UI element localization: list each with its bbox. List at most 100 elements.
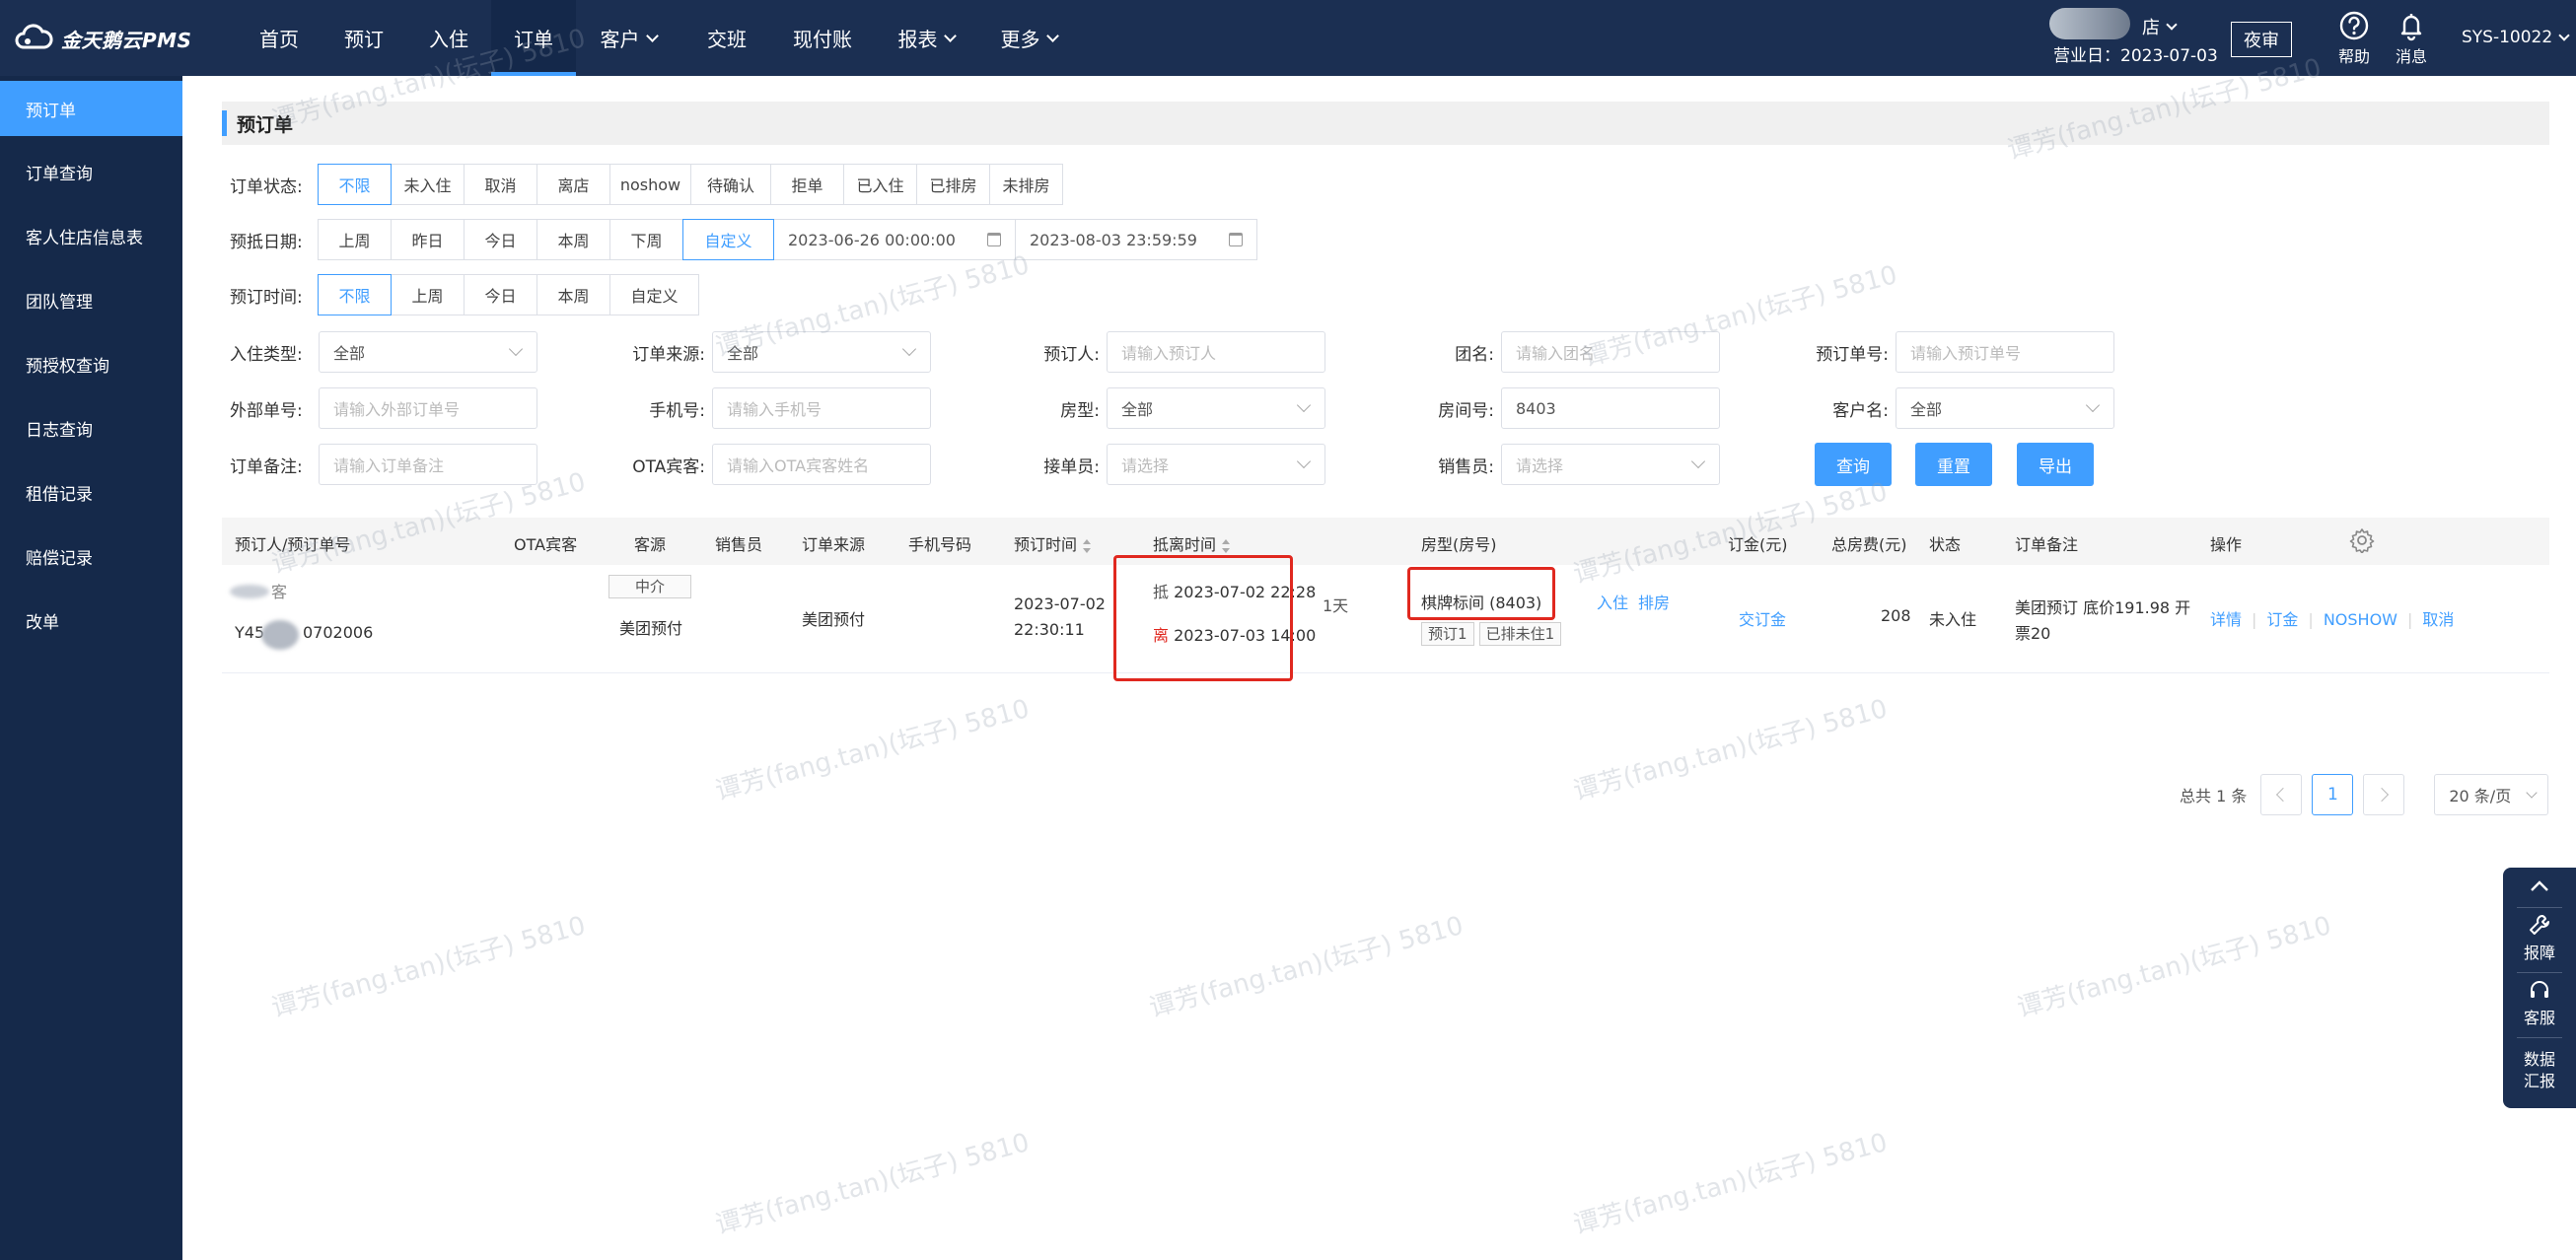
sidebar-item-order-query[interactable]: 订单查询 — [0, 140, 182, 204]
nav-booking[interactable]: 预订 — [322, 0, 406, 76]
page-1-button[interactable]: 1 — [2312, 774, 2354, 815]
page-size-select[interactable]: 20 条/页 — [2434, 774, 2549, 815]
table-row[interactable]: 客 Y45 0702006 中介 美团预付 美团预付 2023-07-02 22… — [222, 555, 2549, 681]
order-status-option-unassigned[interactable]: 未排房 — [989, 164, 1063, 205]
nav-more[interactable]: 更多 — [980, 0, 1077, 76]
collapse-panel-button[interactable] — [2503, 877, 2576, 901]
export-button[interactable]: 导出 — [2017, 443, 2094, 486]
nav-reports[interactable]: 报表 — [872, 0, 980, 76]
order-status-option-rejected[interactable]: 拒单 — [770, 164, 844, 205]
arrive-date-end-input[interactable]: 2023-08-03 23:59:59 — [1015, 219, 1257, 260]
sidebar-item-preauth-query[interactable]: 预授权查询 — [0, 332, 182, 396]
next-page-button[interactable] — [2363, 774, 2405, 815]
chevron-down-icon — [1045, 29, 1059, 42]
room-no-input[interactable]: 8403 — [1501, 387, 1720, 429]
nav-cash-accounts[interactable]: 现付账 — [773, 0, 872, 76]
help-label: 帮助 — [2337, 47, 2370, 66]
field-external-no: 外部单号: 请输入外部订单号 — [230, 387, 537, 429]
sidebar-item-order-modification[interactable]: 改单 — [0, 589, 182, 653]
booker-input[interactable]: 请输入预订人 — [1107, 331, 1325, 373]
col-booking-time[interactable]: 预订时间 — [1014, 531, 1092, 555]
total-room-fee: 208 — [1881, 606, 1911, 625]
arrive-date-option-this-week[interactable]: 本周 — [537, 219, 610, 260]
col-arrive-depart[interactable]: 抵离时间 — [1153, 531, 1231, 555]
reset-button[interactable]: 重置 — [1915, 443, 1992, 486]
booking-time-option-last-week[interactable]: 上周 — [391, 274, 465, 315]
booking-time-option-custom[interactable]: 自定义 — [609, 274, 699, 315]
messages-button[interactable]: 消息 — [2387, 10, 2436, 67]
action-cancel[interactable]: 取消 — [2422, 610, 2454, 629]
order-status-option-assigned[interactable]: 已排房 — [916, 164, 990, 205]
sidebar-item-group-management[interactable]: 团队管理 — [0, 268, 182, 332]
field-phone: 手机号: 请输入手机号 — [607, 387, 931, 429]
nav-customers[interactable]: 客户 — [576, 0, 680, 76]
sidebar-item-booking-orders[interactable]: 预订单 — [0, 81, 182, 136]
room-type-select[interactable]: 全部 — [1107, 387, 1325, 429]
sidebar-item-guest-stay-info[interactable]: 客人住店信息表 — [0, 204, 182, 268]
report-issue-button[interactable]: 报障 — [2503, 913, 2576, 964]
receiver-select[interactable]: 请选择 — [1107, 444, 1325, 485]
hotel-selector[interactable]: 店 — [2142, 14, 2178, 39]
user-menu[interactable]: SYS-10022 — [2462, 28, 2570, 47]
chevron-down-icon — [2166, 18, 2178, 31]
help-button[interactable]: 帮助 — [2329, 10, 2379, 67]
arrive-date-option-last-week[interactable]: 上周 — [318, 219, 392, 260]
booking-time-option-all[interactable]: 不限 — [318, 274, 392, 315]
external-no-input[interactable]: 请输入外部订单号 — [319, 387, 537, 429]
order-status-option-cancelled[interactable]: 取消 — [464, 164, 537, 205]
arrive-date-option-custom[interactable]: 自定义 — [682, 219, 774, 260]
nav-orders[interactable]: 订单 — [491, 0, 576, 76]
arrive-date-option-yesterday[interactable]: 昨日 — [391, 219, 465, 260]
col-status: 状态 — [1929, 535, 1962, 554]
customer-service-button[interactable]: 客服 — [2503, 978, 2576, 1029]
order-status-option-all[interactable]: 不限 — [318, 164, 392, 205]
nav-checkin[interactable]: 入住 — [406, 0, 491, 76]
phone-input[interactable]: 请输入手机号 — [712, 387, 931, 429]
data-report-button[interactable]: 数据 汇报 — [2503, 1049, 2576, 1092]
prev-page-button[interactable] — [2260, 774, 2303, 815]
row-actions: 详情 | 订金 | NOSHOW | 取消 — [2210, 610, 2455, 629]
arrive-date-option-next-week[interactable]: 下周 — [609, 219, 683, 260]
action-deposit[interactable]: 订金 — [2266, 610, 2298, 629]
ota-guest-input[interactable]: 请输入OTA宾客姓名 — [712, 444, 931, 485]
pay-deposit-link[interactable]: 交订金 — [1739, 606, 1786, 630]
action-noshow[interactable]: NOSHOW — [2324, 610, 2397, 629]
main-nav: 首页 预订 入住 订单 客户 交班 现付账 报表 更多 — [237, 0, 1077, 76]
sidebar-item-compensation-records[interactable]: 赔偿记录 — [0, 525, 182, 589]
order-remark-line2: 票20 — [2015, 624, 2051, 643]
field-order-source: 订单来源: 全部 — [607, 331, 931, 373]
order-source: 美团预付 — [802, 610, 866, 629]
salesman-select[interactable]: 请选择 — [1501, 444, 1720, 485]
query-button[interactable]: 查询 — [1815, 443, 1892, 486]
booking-time-option-this-week[interactable]: 本周 — [537, 274, 610, 315]
room-checkin-link[interactable]: 入住 — [1597, 590, 1628, 613]
stay-nights: 1天 — [1323, 596, 1349, 615]
nav-shift-handover[interactable]: 交班 — [680, 0, 773, 76]
booking-time-option-today[interactable]: 今日 — [464, 274, 537, 315]
sidebar-item-log-query[interactable]: 日志查询 — [0, 396, 182, 460]
customer-select[interactable]: 全部 — [1896, 387, 2114, 429]
order-status-option-checked-out[interactable]: 离店 — [537, 164, 610, 205]
booking-time-label: 预订时间: — [230, 287, 303, 308]
action-detail[interactable]: 详情 — [2210, 610, 2242, 629]
order-status-option-noshow[interactable]: noshow — [609, 164, 691, 205]
app-logo-text: 金天鹅云PMS — [61, 28, 192, 52]
order-source-select[interactable]: 全部 — [712, 331, 931, 373]
sidebar-item-rental-records[interactable]: 租借记录 — [0, 460, 182, 525]
remark-input[interactable]: 请输入订单备注 — [319, 444, 537, 485]
report-issue-label: 报障 — [2523, 944, 2555, 962]
checkin-type-select[interactable]: 全部 — [319, 331, 537, 373]
room-tag-booked: 预订1 — [1421, 622, 1474, 646]
app-logo[interactable]: 金天鹅云PMS — [14, 22, 191, 55]
booking-no-input[interactable]: 请输入预订单号 — [1896, 331, 2114, 373]
room-assign-link[interactable]: 排房 — [1638, 590, 1670, 613]
order-status-option-checked-in[interactable]: 已入住 — [843, 164, 917, 205]
order-status-option-pending[interactable]: 待确认 — [690, 164, 771, 205]
group-name-input[interactable]: 请输入团名 — [1501, 331, 1720, 373]
gear-icon[interactable] — [2349, 527, 2375, 553]
arrive-date-start-input[interactable]: 2023-06-26 00:00:00 — [773, 219, 1016, 260]
arrive-date-option-today[interactable]: 今日 — [464, 219, 537, 260]
order-status-option-not-checked-in[interactable]: 未入住 — [391, 164, 465, 205]
nav-home[interactable]: 首页 — [237, 0, 322, 76]
night-audit-button[interactable]: 夜审 — [2231, 22, 2292, 57]
